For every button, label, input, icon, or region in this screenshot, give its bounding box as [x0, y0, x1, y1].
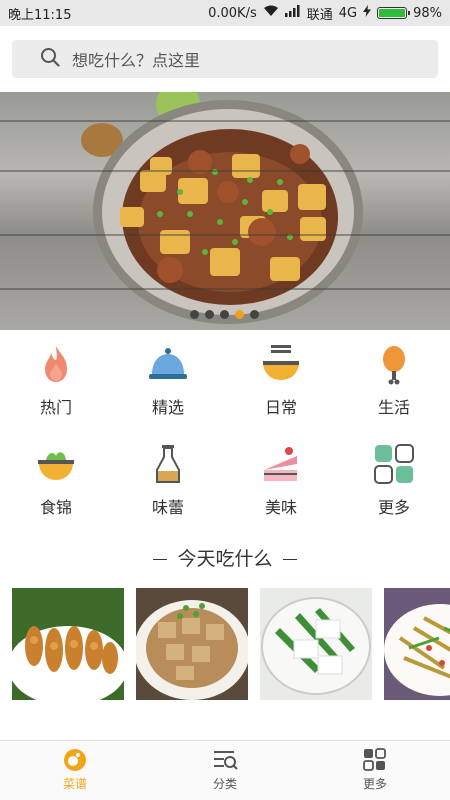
- category-label: 日常: [264, 398, 297, 417]
- bottom-tab-bar: 菜谱 分类 更多: [0, 740, 450, 800]
- grid-icon: [374, 444, 414, 484]
- carousel-dot[interactable]: [250, 310, 259, 319]
- category-label: 生活: [377, 398, 410, 417]
- recipe-image: [12, 588, 124, 700]
- noodle-bowl-icon: [263, 345, 299, 380]
- section-title-text: 今天吃什么: [177, 548, 273, 570]
- carrier-name: 联通: [306, 7, 333, 23]
- cloche-icon: [149, 348, 187, 379]
- wifi-icon: [263, 5, 279, 21]
- cake-icon: [264, 447, 297, 481]
- carousel-dot[interactable]: [235, 310, 244, 319]
- category-life[interactable]: 生活: [338, 340, 450, 430]
- carousel-dot[interactable]: [205, 310, 214, 319]
- category-hot[interactable]: 热门: [0, 340, 112, 430]
- tab-recipes[interactable]: 菜谱: [0, 741, 150, 800]
- search-icon: [40, 47, 60, 71]
- tab-label: 菜谱: [62, 777, 87, 791]
- signal-icon: [284, 5, 301, 21]
- recipe-image: [384, 588, 450, 700]
- category-label: 更多: [377, 498, 410, 517]
- battery-icon: [377, 7, 411, 19]
- network-type: 4G: [338, 5, 358, 21]
- drumstick-icon: [383, 346, 405, 385]
- category-search-icon: [214, 751, 238, 770]
- network-speed: 0.00K/s: [208, 5, 257, 21]
- status-indicators: 0.00K/s 联通 4G 98%: [208, 4, 442, 23]
- recipe-list[interactable]: [12, 588, 450, 700]
- category-label: 味蕾: [151, 498, 184, 517]
- carousel-dot[interactable]: [190, 310, 199, 319]
- category-daily[interactable]: 日常: [225, 340, 337, 430]
- tab-label: 更多: [362, 777, 387, 791]
- recipe-card[interactable]: [12, 588, 124, 700]
- tab-label: 分类: [212, 777, 237, 791]
- recipe-card[interactable]: [136, 588, 248, 700]
- status-bar: 晚上11:15 0.00K/s 联通 4G 98%: [0, 0, 450, 26]
- search-bar[interactable]: 想吃什么？点这里: [12, 40, 438, 78]
- category-more[interactable]: 更多: [338, 440, 450, 530]
- category-featured[interactable]: 精选: [112, 340, 224, 430]
- section-title: 今天吃什么: [0, 544, 450, 571]
- carousel-dot[interactable]: [220, 310, 229, 319]
- salad-bowl-icon: [38, 452, 74, 480]
- status-time: 晚上11:15: [8, 7, 72, 23]
- search-placeholder[interactable]: 想吃什么？点这里: [72, 47, 200, 71]
- battery-percent: 98%: [413, 5, 442, 21]
- recipe-icon: [64, 749, 86, 771]
- category-label: 美味: [264, 498, 297, 517]
- divider: [282, 558, 297, 561]
- tab-category[interactable]: 分类: [150, 741, 300, 800]
- category-label: 食锦: [39, 498, 72, 517]
- recipe-image: [260, 588, 372, 700]
- banner-carousel[interactable]: [0, 92, 450, 330]
- banner-food-image: [81, 92, 363, 324]
- recipe-image: [136, 588, 248, 700]
- bottle-icon: [156, 445, 180, 483]
- category-label: 热门: [39, 398, 72, 417]
- category-shijin[interactable]: 食锦: [0, 440, 112, 530]
- divider: [153, 558, 168, 561]
- category-taste[interactable]: 味蕾: [112, 440, 224, 530]
- recipe-card[interactable]: [384, 588, 450, 700]
- charging-icon: [363, 5, 372, 21]
- category-delicious[interactable]: 美味: [225, 440, 337, 530]
- category-grid: 热门 精选 日常 生活 食锦 味蕾 美味 更多: [0, 340, 450, 540]
- more-grid-icon: [363, 748, 386, 771]
- tab-more[interactable]: 更多: [300, 741, 450, 800]
- category-label: 精选: [151, 398, 184, 417]
- flame-icon: [45, 346, 67, 382]
- recipe-card[interactable]: [260, 588, 372, 700]
- carousel-indicator[interactable]: [190, 310, 259, 319]
